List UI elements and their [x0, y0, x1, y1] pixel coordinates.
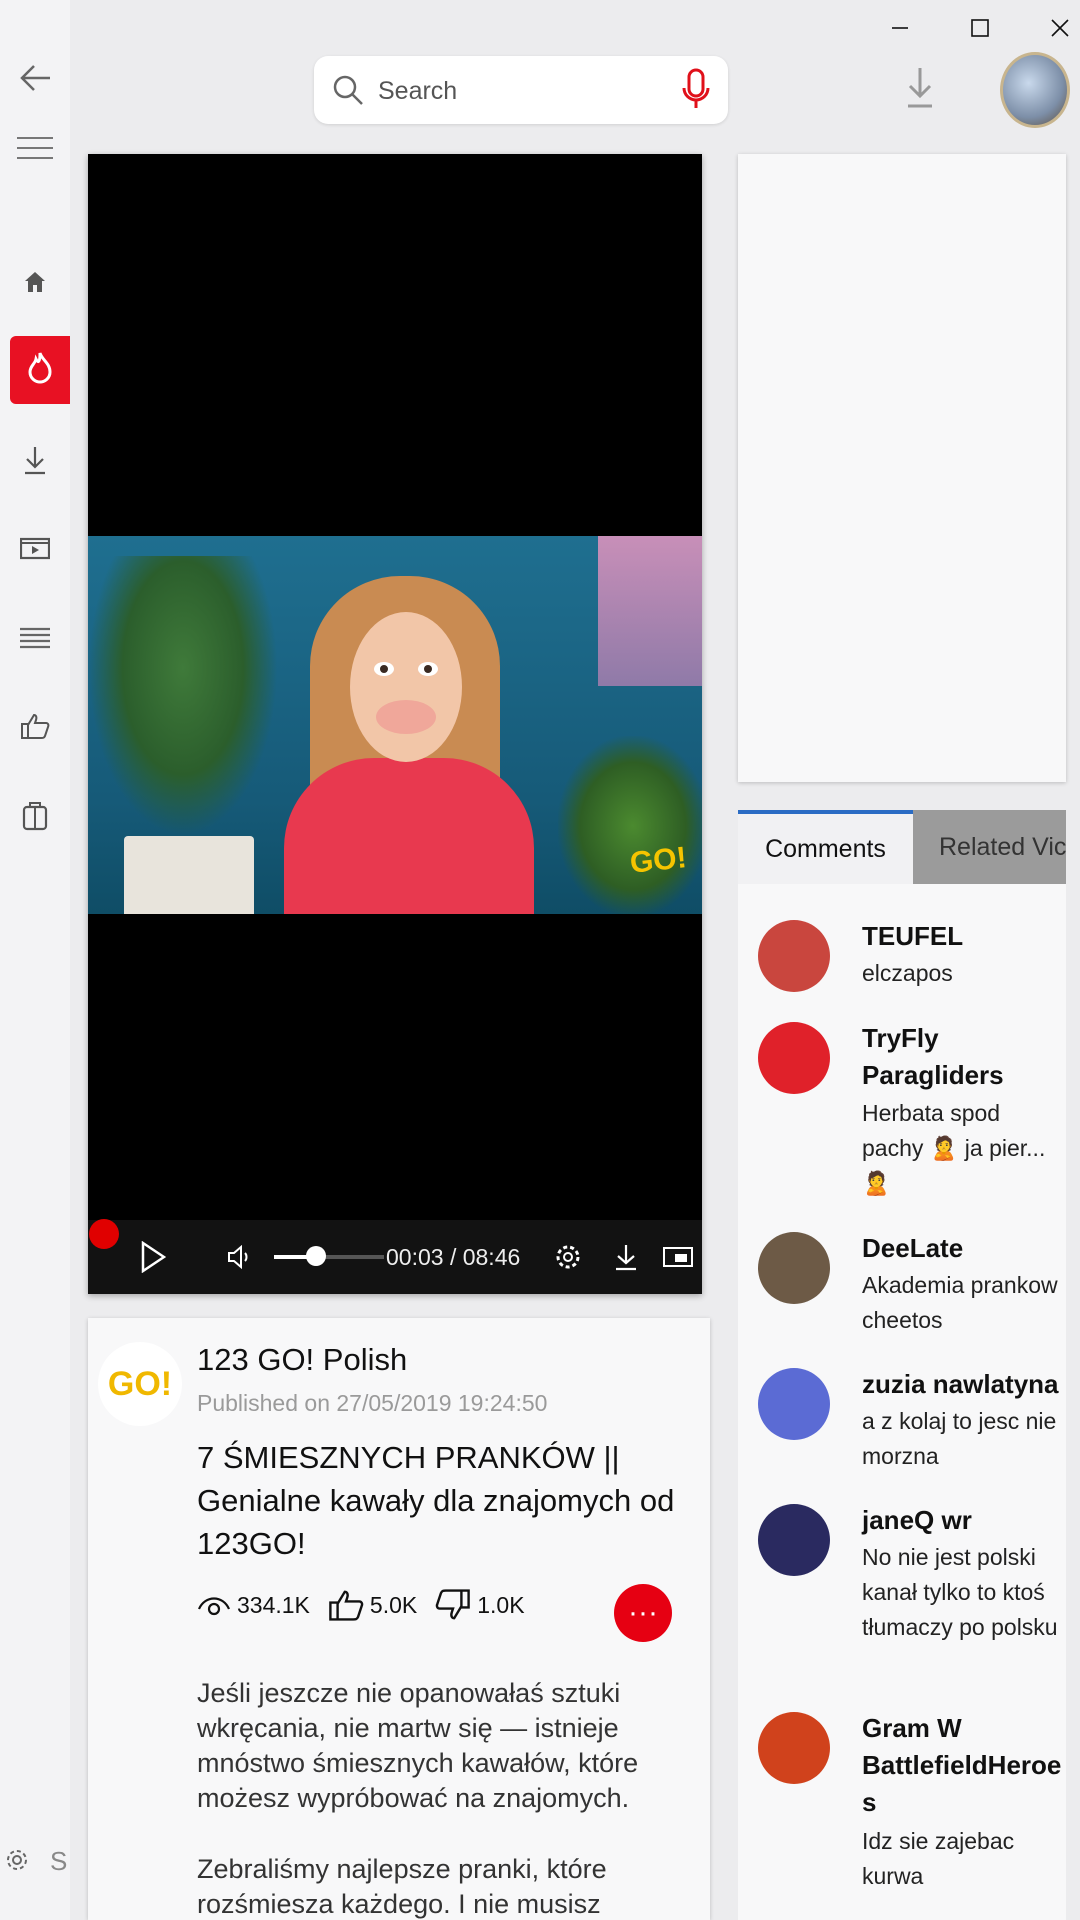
tab-bar: Comments Related Vic [738, 810, 1066, 884]
comment-text: a z kolaj to jesc nie morzna [862, 1408, 1057, 1469]
video-watermark-logo: GO! [628, 841, 689, 880]
video-title: 7 ŚMIESZNYCH PRANKÓW || Genialne kawały … [197, 1440, 675, 1561]
description-paragraph: Zebraliśmy najlepsze pranki, które rozśm… [197, 1854, 607, 1919]
flame-icon [26, 351, 54, 390]
thumbs-up-icon [329, 1590, 364, 1621]
comment-author[interactable]: DeeLate [862, 1230, 1062, 1267]
settings-icon[interactable] [548, 1220, 588, 1294]
volume-knob[interactable] [305, 1246, 326, 1266]
maximize-icon[interactable] [960, 8, 1000, 48]
settings-gear-icon[interactable] [0, 1840, 34, 1880]
download-icon[interactable] [906, 66, 934, 115]
comment-author[interactable]: TryFly Paragliders [862, 1020, 1062, 1094]
dislike-button[interactable]: 1.0K [435, 1588, 525, 1622]
user-avatar[interactable] [1000, 52, 1070, 128]
comment-text: Herbata spod pachy 🙎 ja pier... 🙎 [862, 1100, 1046, 1196]
comments-list: TEUFEL elczapos TryFly Paragliders Herba… [738, 884, 1066, 1920]
channel-avatar[interactable]: GO! [98, 1342, 182, 1426]
hamburger-menu-icon[interactable] [0, 118, 70, 178]
trending-nav-item[interactable] [10, 336, 70, 404]
thumbs-down-icon [435, 1589, 471, 1620]
tab-comments[interactable]: Comments [738, 810, 913, 884]
search-box[interactable] [314, 56, 728, 124]
video-stats: 334.1K 5.0K 1.0K [197, 1580, 543, 1630]
comment-text: No nie jest polski kanał tylko to ktoś t… [862, 1544, 1058, 1640]
downloads-nav-icon[interactable] [0, 430, 70, 490]
player-download-icon[interactable] [606, 1220, 646, 1294]
ad-panel [738, 154, 1066, 782]
views-count: 334.1K [237, 1591, 310, 1618]
tab-related-videos[interactable]: Related Vic [913, 810, 1066, 884]
settings-label[interactable]: S [50, 1846, 70, 1877]
like-button[interactable]: 5.0K [328, 1588, 417, 1622]
comment-author[interactable]: zuzia nawlatyna [862, 1366, 1062, 1403]
comment-avatar[interactable] [758, 920, 830, 992]
microphone-icon[interactable] [682, 68, 710, 117]
video-player[interactable]: GO! 00:03 / 08:46 [88, 154, 702, 1294]
comment-author[interactable]: janeQ wr [862, 1502, 1062, 1539]
comment-avatar[interactable] [758, 1712, 830, 1784]
liked-videos-icon[interactable] [0, 696, 70, 756]
eye-icon [197, 1597, 231, 1616]
channel-name[interactable]: 123 GO! Polish [197, 1342, 407, 1378]
comment-avatar[interactable] [758, 1368, 830, 1440]
comment-author[interactable]: Gram W BattlefieldHeroe s [862, 1710, 1062, 1821]
saved-icon[interactable] [0, 786, 70, 846]
home-icon[interactable] [0, 252, 70, 312]
dislikes-count: 1.0K [477, 1591, 525, 1618]
description-paragraph: Jeśli jeszcze nie opanowałaś sztuki wkrę… [197, 1678, 639, 1813]
volume-icon[interactable] [218, 1220, 262, 1294]
channel-logo-text: GO! [107, 1364, 173, 1403]
comment-avatar[interactable] [758, 1022, 830, 1094]
minimize-icon[interactable] [880, 8, 920, 48]
comment-text: Akademia prankow cheetos [862, 1272, 1058, 1333]
seek-handle[interactable] [89, 1219, 119, 1249]
comment-text: elczapos [862, 960, 953, 986]
miniplayer-icon[interactable] [656, 1220, 700, 1294]
comment-author[interactable]: TEUFEL [862, 918, 1062, 955]
comment-avatar[interactable] [758, 1504, 830, 1576]
play-icon[interactable] [128, 1220, 178, 1294]
likes-count: 5.0K [369, 1591, 418, 1618]
search-icon [332, 74, 364, 111]
back-arrow-icon[interactable] [0, 48, 70, 108]
video-frame: GO! [88, 536, 702, 914]
video-info-card: GO! 123 GO! Polish Published on 27/05/20… [88, 1318, 710, 1920]
playback-time: 00:03 / 08:46 [386, 1244, 521, 1270]
comment-avatar[interactable] [758, 1232, 830, 1304]
player-controls: 00:03 / 08:46 [88, 1220, 702, 1294]
comment-text: Idz sie zajebac kurwa [862, 1828, 1015, 1889]
subscriptions-icon[interactable] [0, 518, 70, 578]
search-input[interactable] [376, 68, 670, 114]
volume-slider[interactable] [274, 1246, 384, 1266]
close-icon[interactable] [1040, 8, 1080, 48]
views-stat: 334.1K [197, 1592, 310, 1619]
nav-rail [0, 0, 70, 1920]
published-date: Published on 27/05/2019 19:24:50 [197, 1390, 548, 1416]
playlist-icon[interactable] [0, 608, 70, 668]
video-description: Jeśli jeszcze nie opanowałaś sztuki wkrę… [197, 1676, 687, 1920]
more-options-button[interactable]: ··· [614, 1584, 672, 1642]
